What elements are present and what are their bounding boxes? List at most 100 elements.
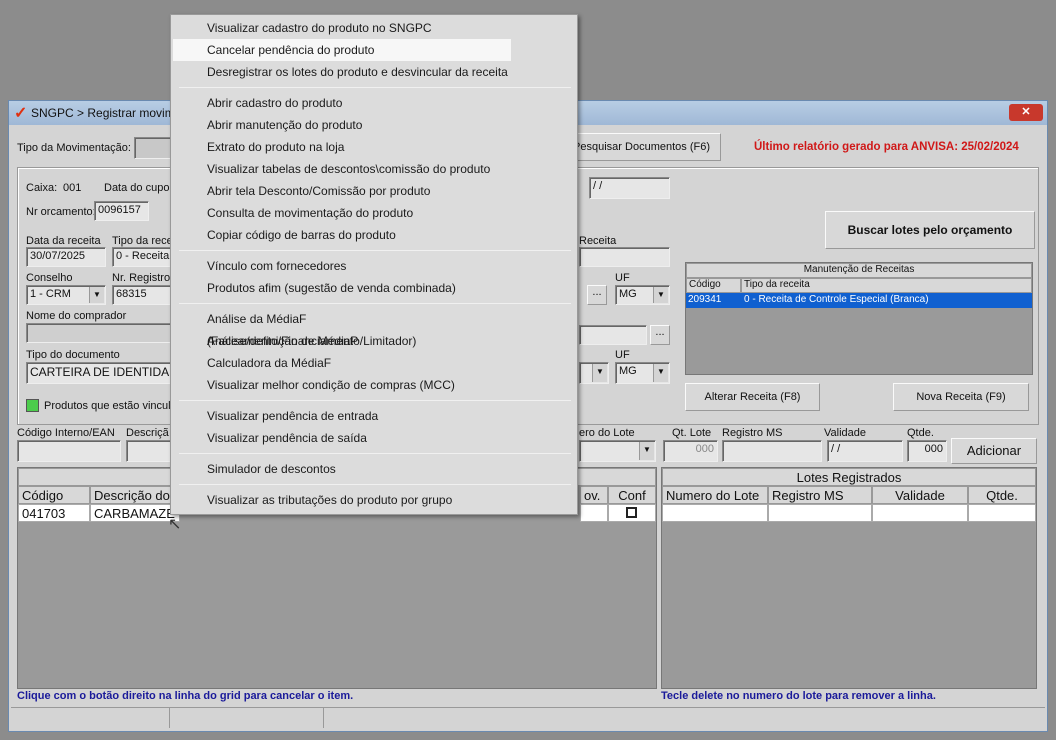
buscar-lotes-button[interactable]: Buscar lotes pelo orçamento bbox=[825, 211, 1035, 249]
lote-cell[interactable] bbox=[768, 504, 872, 522]
context-menu-item[interactable]: Análise da MédiaF (Faceamento/Financiame… bbox=[173, 308, 511, 348]
col-qtde: Qtde. bbox=[968, 486, 1036, 504]
nr-registro-label: Nr. Registro bbox=[112, 272, 171, 284]
lote-cell[interactable] bbox=[968, 504, 1036, 522]
tipo-movimentacao-label: Tipo da Movimentação: bbox=[17, 142, 131, 154]
legend-green-swatch bbox=[26, 399, 39, 412]
context-menu-item[interactable]: Abrir cadastro do produto bbox=[173, 92, 511, 114]
context-menu-item[interactable]: Extrato do produto na loja bbox=[173, 136, 511, 158]
conselho-select[interactable]: 1 - CRM ▼ bbox=[26, 285, 106, 305]
nr-registro-input[interactable]: 68315 bbox=[112, 285, 172, 305]
descricao-label: Descriçã bbox=[126, 427, 169, 439]
data-cupom-label: Data do cupo bbox=[104, 182, 170, 194]
window-title: SNGPC > Registrar movim bbox=[31, 106, 175, 120]
context-menu-item[interactable]: Abrir manutenção do produto bbox=[173, 114, 511, 136]
chevron-down-icon[interactable]: ▼ bbox=[653, 287, 668, 303]
alterar-receita-button[interactable]: Alterar Receita (F8) bbox=[685, 383, 820, 411]
conselho-label: Conselho bbox=[26, 272, 73, 284]
menu-separator bbox=[179, 303, 571, 304]
caixa-label: Caixa: bbox=[26, 182, 58, 194]
status-bar bbox=[11, 707, 1045, 728]
data-cupom-input[interactable]: / / bbox=[589, 177, 670, 199]
item-conf[interactable] bbox=[608, 504, 656, 522]
data-receita-input[interactable]: 30/07/2025 bbox=[26, 247, 106, 267]
context-menu-item[interactable]: Abrir tela Desconto/Comissão por produto bbox=[173, 180, 511, 202]
uf-select[interactable]: MG ▼ bbox=[615, 285, 670, 305]
chevron-down-icon[interactable]: ▼ bbox=[653, 364, 668, 382]
lote-cell[interactable] bbox=[662, 504, 768, 522]
nome-comprador-input[interactable] bbox=[26, 323, 176, 343]
validade-label: Validade bbox=[824, 427, 866, 439]
validade-input[interactable]: / / bbox=[827, 440, 903, 462]
uf-value: MG bbox=[619, 288, 637, 300]
nome-comprador-label: Nome do comprador bbox=[26, 310, 127, 322]
menu-separator bbox=[179, 87, 571, 88]
conselho-value: 1 - CRM bbox=[30, 288, 71, 300]
codigo-interno-input[interactable] bbox=[17, 440, 121, 462]
qtde-label: Qtde. bbox=[907, 427, 934, 439]
context-menu: Visualizar cadastro do produto no SNGPC C… bbox=[170, 14, 578, 515]
context-menu-item[interactable]: Produtos afim (sugestão de venda combina… bbox=[173, 277, 511, 299]
menu-separator bbox=[179, 250, 571, 251]
mouse-cursor-icon: ↖ bbox=[168, 516, 182, 533]
receita-label: Receita bbox=[579, 235, 617, 247]
receita-input[interactable] bbox=[579, 247, 670, 267]
uf2-label: UF bbox=[615, 349, 630, 361]
col-codigo: Código bbox=[686, 278, 741, 293]
table-row[interactable]: 209341 0 - Receita de Controle Especial … bbox=[686, 293, 1032, 308]
col-tipo-receita: Tipo da receita bbox=[741, 278, 1032, 293]
context-menu-item[interactable]: Cancelar pendência do produto bbox=[173, 39, 511, 61]
chevron-down-icon[interactable]: ▼ bbox=[639, 442, 654, 460]
menu-separator bbox=[179, 484, 571, 485]
context-menu-item[interactable]: Calculadora da MédiaF bbox=[173, 352, 511, 374]
ellipsis-button-2[interactable]: ... bbox=[650, 325, 670, 345]
menu-separator bbox=[179, 400, 571, 401]
receitas-grid: Manutenção de Receitas Código Tipo da re… bbox=[685, 262, 1033, 375]
nr-orcamento-label: Nr orcamento: bbox=[26, 206, 96, 218]
col-codigo: Código bbox=[18, 486, 90, 504]
item-descricao[interactable]: CARBAMAZE bbox=[90, 504, 180, 522]
item-codigo[interactable]: 041703 bbox=[18, 504, 90, 522]
nova-receita-button[interactable]: Nova Receita (F9) bbox=[893, 383, 1029, 411]
context-menu-item[interactable]: Visualizar melhor condição de compras (M… bbox=[173, 374, 511, 396]
col-numero-lote: Numero do Lote bbox=[662, 486, 768, 504]
ellipsis-button[interactable]: ... bbox=[587, 285, 607, 305]
chevron-down-icon[interactable]: ▼ bbox=[592, 364, 607, 382]
numero-lote-select[interactable]: ▼ bbox=[579, 440, 656, 462]
registro-ms-label: Registro MS bbox=[722, 427, 783, 439]
context-menu-item[interactable]: Análise/definição de MédiaP bbox=[173, 330, 511, 352]
context-menu-item[interactable]: Vínculo com fornecedores bbox=[173, 255, 511, 277]
conf-checkbox[interactable] bbox=[626, 507, 637, 518]
context-menu-item[interactable]: Copiar código de barras do produto bbox=[173, 224, 511, 246]
context-menu-item[interactable]: Visualizar tabelas de descontos\comissão… bbox=[173, 158, 511, 180]
chevron-down-icon[interactable]: ▼ bbox=[89, 287, 104, 303]
context-menu-item[interactable]: Desregistrar os lotes do produto e desvi… bbox=[173, 61, 511, 83]
caixa-value: 001 bbox=[63, 182, 82, 194]
orgao-select[interactable]: ▼ bbox=[579, 362, 609, 384]
tipo-documento-select[interactable]: CARTEIRA DE IDENTIDADE bbox=[26, 362, 176, 384]
qt-lote-input[interactable]: 000 bbox=[663, 440, 718, 462]
uf-label: UF bbox=[615, 272, 630, 284]
context-menu-item[interactable]: Visualizar cadastro do produto no SNGPC bbox=[173, 17, 511, 39]
qtde-input[interactable]: 000 bbox=[907, 440, 947, 462]
tipo-receita-select[interactable]: 0 - Receita bbox=[112, 247, 172, 267]
uf2-select[interactable]: MG ▼ bbox=[615, 362, 670, 384]
lote-cell[interactable] bbox=[872, 504, 968, 522]
lotes-title: Lotes Registrados bbox=[662, 468, 1036, 486]
hint-left: Clique com o botão direito na linha do g… bbox=[17, 690, 354, 702]
tipo-documento-label: Tipo do documento bbox=[26, 349, 120, 361]
nr-orcamento-input[interactable]: 0096157 bbox=[94, 201, 149, 221]
descricao-input[interactable] bbox=[126, 440, 176, 462]
context-menu-item[interactable]: Visualizar as tributações do produto por… bbox=[173, 489, 511, 511]
item-ov[interactable] bbox=[580, 504, 608, 522]
context-menu-item[interactable]: Consulta de movimentação do produto bbox=[173, 202, 511, 224]
adicionar-button[interactable]: Adicionar bbox=[951, 438, 1037, 464]
close-button[interactable]: ✕ bbox=[1009, 104, 1043, 121]
receitas-title: Manutenção de Receitas bbox=[686, 263, 1032, 278]
context-menu-item[interactable]: Visualizar pendência de entrada bbox=[173, 405, 511, 427]
comprador-aux-input[interactable] bbox=[579, 325, 647, 345]
uf2-value: MG bbox=[619, 365, 637, 377]
context-menu-item[interactable]: Simulador de descontos bbox=[173, 458, 511, 480]
context-menu-item[interactable]: Visualizar pendência de saída bbox=[173, 427, 511, 449]
registro-ms-input[interactable] bbox=[722, 440, 822, 462]
